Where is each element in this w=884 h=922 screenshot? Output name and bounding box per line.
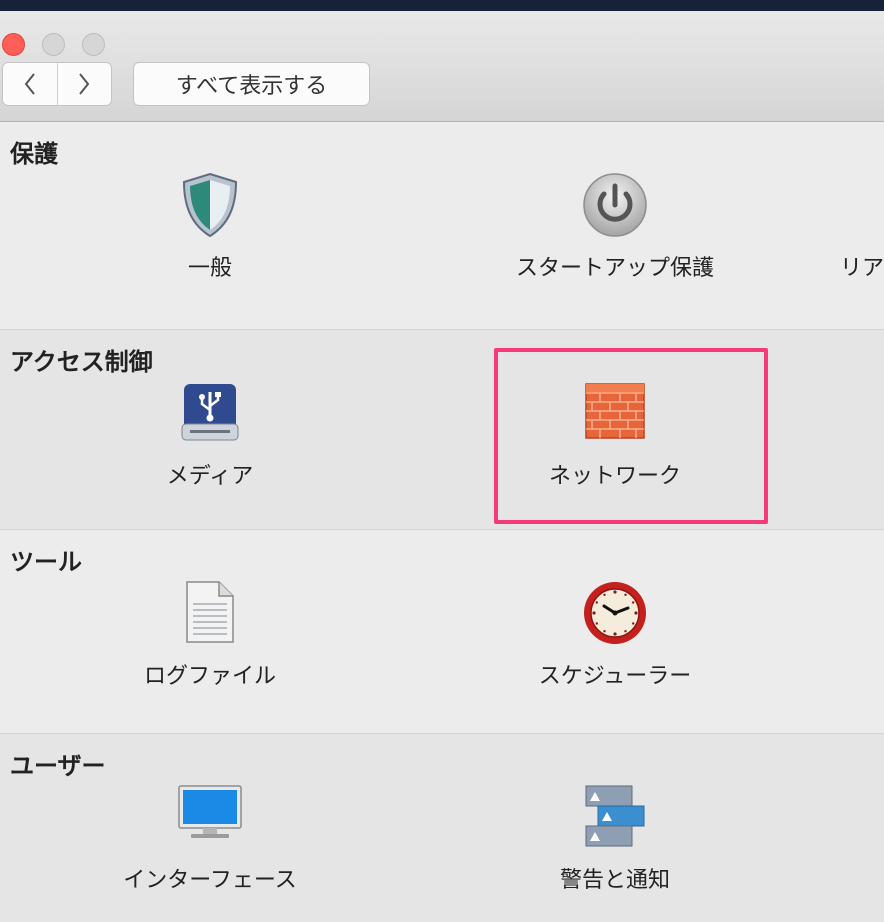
pref-label: リア [840,256,884,281]
clock-icon [584,582,646,644]
desktop-background [0,0,884,11]
pref-label: メディア [166,464,254,489]
highlight-box [494,348,768,524]
pref-scheduler[interactable]: スケジューラー [495,530,735,689]
pref-media[interactable]: メディア [90,330,330,489]
monitor-icon [178,785,242,838]
chevron-right-icon [79,73,90,95]
shield-icon [182,172,238,238]
pref-startup-protection[interactable]: スタートアップ保護 [495,122,735,281]
back-button[interactable] [3,63,57,105]
pref-label: ログファイル [143,664,276,689]
navigation-buttons [2,62,112,106]
show-all-button[interactable]: すべて表示する [133,62,370,106]
section-user: ユーザー インターフェース 警告と通知 [0,733,884,922]
pref-realtime-partial[interactable]: リア [840,122,884,281]
pref-label: スタートアップ保護 [515,256,714,281]
pref-label: スケジューラー [538,664,692,689]
pref-alerts-notifications[interactable]: 警告と通知 [495,734,735,893]
forward-button[interactable] [56,63,112,105]
section-tools: ツール ログファイル スケジューラー [0,529,884,733]
zoom-window-button[interactable] [82,33,105,56]
minimize-window-button[interactable] [42,33,65,56]
chevron-left-icon [24,73,35,95]
window-toolbar: すべて表示する [0,11,884,122]
section-title: ツール [10,548,82,576]
alerts-icon [585,785,645,847]
show-all-label: すべて表示する [175,74,328,99]
document-icon [186,581,234,643]
pref-log-files[interactable]: ログファイル [90,530,330,689]
section-protection: 保護 一般 スタートアップ保護 リア [0,122,884,329]
power-icon [583,173,647,237]
section-title: 保護 [10,140,58,168]
pref-general[interactable]: 一般 [90,122,330,281]
pref-label: インターフェース [123,868,297,893]
close-window-button[interactable] [2,33,25,56]
pref-interface[interactable]: インターフェース [90,734,330,893]
usb-drive-icon [181,384,239,441]
pref-label: 警告と通知 [559,868,670,893]
pref-label: 一般 [187,256,232,281]
